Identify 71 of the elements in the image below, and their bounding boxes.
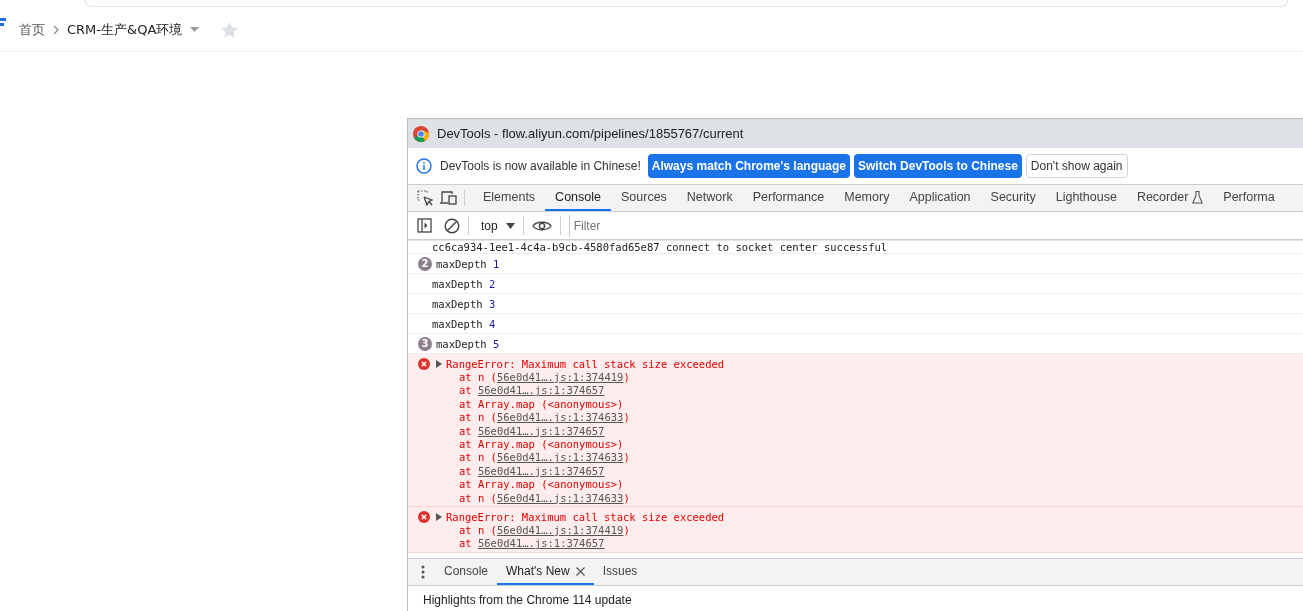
panel-tab[interactable]: Application [899, 185, 981, 211]
drawer-tab[interactable]: What's New [497, 559, 594, 585]
source-link[interactable]: 56e0d41….js:1:374419 [496, 371, 624, 383]
stack-frame: at n (56e0d41….js:1:374633) [418, 491, 1303, 506]
source-link[interactable]: 56e0d41….js:1:374633 [496, 451, 624, 464]
source-link[interactable]: 56e0d41….js:1:374633 [496, 491, 624, 504]
info-message: DevTools is now available in Chinese! [440, 159, 641, 173]
info-icon [416, 158, 432, 174]
source-link[interactable]: 56e0d41….js:1:374657 [477, 537, 605, 550]
stack-frame: at 56e0d41….js:1:374657 [418, 424, 1303, 439]
more-options-icon[interactable] [421, 565, 425, 579]
log-message: maxDepth 3 [432, 297, 496, 310]
flask-icon [1192, 190, 1204, 204]
error-icon [418, 357, 430, 370]
panel-tab[interactable]: Network [676, 185, 743, 211]
log-message: maxDepth 1 [436, 257, 500, 270]
repeat-count-badge: 3 [418, 336, 432, 351]
star-icon[interactable] [221, 21, 239, 38]
collapsed-triangle-icon[interactable] [436, 359, 442, 368]
chevron-right-icon [53, 24, 59, 35]
source-link[interactable]: 56e0d41….js:1:374657 [477, 464, 605, 477]
infobar-button[interactable]: Don't show again [1025, 154, 1128, 178]
context-dropdown[interactable]: top [481, 218, 515, 233]
stack-frame: at 56e0d41….js:1:374657 [418, 384, 1303, 398]
error-message: RangeError: Maximum call stack size exceeded [446, 357, 725, 370]
stack-frame: at Array.map (<anonymous>) [418, 478, 1303, 492]
panel-tab[interactable]: Recorder [1126, 185, 1214, 211]
stack-frame: at n (56e0d41….js:1:374419) [418, 524, 1303, 538]
drawer-tab[interactable]: Issues [593, 559, 647, 585]
panel-tab[interactable]: Performa [1213, 185, 1277, 211]
panel-tab[interactable]: Sources [611, 185, 677, 211]
window-title: DevTools - flow.aliyun.com/pipelines/1855767/current [437, 126, 744, 141]
infobar-button[interactable]: Switch DevTools to Chinese [854, 154, 1022, 178]
panel-tab[interactable]: Console [545, 185, 611, 211]
source-link[interactable]: 56e0d41….js:1:374657 [477, 384, 605, 397]
panel-tab[interactable]: Performance [742, 185, 835, 211]
inspect-element-icon[interactable] [417, 190, 433, 206]
stack-frame: at 56e0d41….js:1:374657 [418, 537, 1303, 551]
breadcrumb-current[interactable]: CRM-生产&QA环境 [67, 20, 183, 39]
repeat-count-badge: 2 [418, 256, 432, 271]
infobar-button[interactable]: Always match Chrome's language [647, 154, 851, 178]
clear-console-icon[interactable] [444, 217, 460, 234]
drawer-tab[interactable]: Console [435, 559, 498, 585]
source-link[interactable]: 56e0d41….js:1:374419 [496, 524, 624, 537]
stack-frame: at 56e0d41….js:1:374657 [418, 464, 1303, 479]
error-icon [418, 510, 430, 523]
caret-down-icon[interactable] [505, 222, 515, 229]
log-message: maxDepth 4 [432, 317, 496, 330]
panel-tab[interactable]: Memory [834, 185, 900, 211]
stack-frame: at n (56e0d41….js:1:374633) [418, 451, 1303, 465]
drawer-content-text: Highlights from the Chrome 114 update [422, 592, 633, 609]
close-icon[interactable] [575, 566, 585, 576]
log-message: cc6ca934-1ee1-4c4a-b9cb-4580fad65e87 connect to socket center successful [432, 241, 888, 253]
panel-tab[interactable]: Elements [473, 185, 546, 211]
sidebar-toggle-icon[interactable] [417, 218, 432, 233]
stack-frame: at n (56e0d41….js:1:374633) [418, 411, 1303, 425]
collapsed-triangle-icon[interactable] [436, 512, 442, 521]
device-toolbar-icon[interactable] [440, 191, 457, 205]
log-message: maxDepth 2 [432, 277, 496, 290]
source-link[interactable]: 56e0d41….js:1:374633 [496, 411, 624, 424]
chrome-logo-icon [413, 125, 429, 142]
stack-frame: at n (56e0d41….js:1:374419) [418, 371, 1303, 385]
panel-tab[interactable]: Lighthouse [1045, 185, 1127, 211]
source-link[interactable]: 56e0d41….js:1:374657 [477, 424, 605, 437]
eye-icon[interactable] [531, 219, 552, 232]
panel-tab[interactable]: Security [980, 185, 1046, 211]
breadcrumb-home-link[interactable]: 首页 [19, 20, 45, 39]
log-message: maxDepth 5 [436, 337, 500, 350]
stack-frame: at Array.map (<anonymous>) [418, 397, 1303, 412]
stack-frame: at Array.map (<anonymous>) [418, 438, 1303, 452]
error-message: RangeError: Maximum call stack size exceeded [446, 510, 725, 523]
